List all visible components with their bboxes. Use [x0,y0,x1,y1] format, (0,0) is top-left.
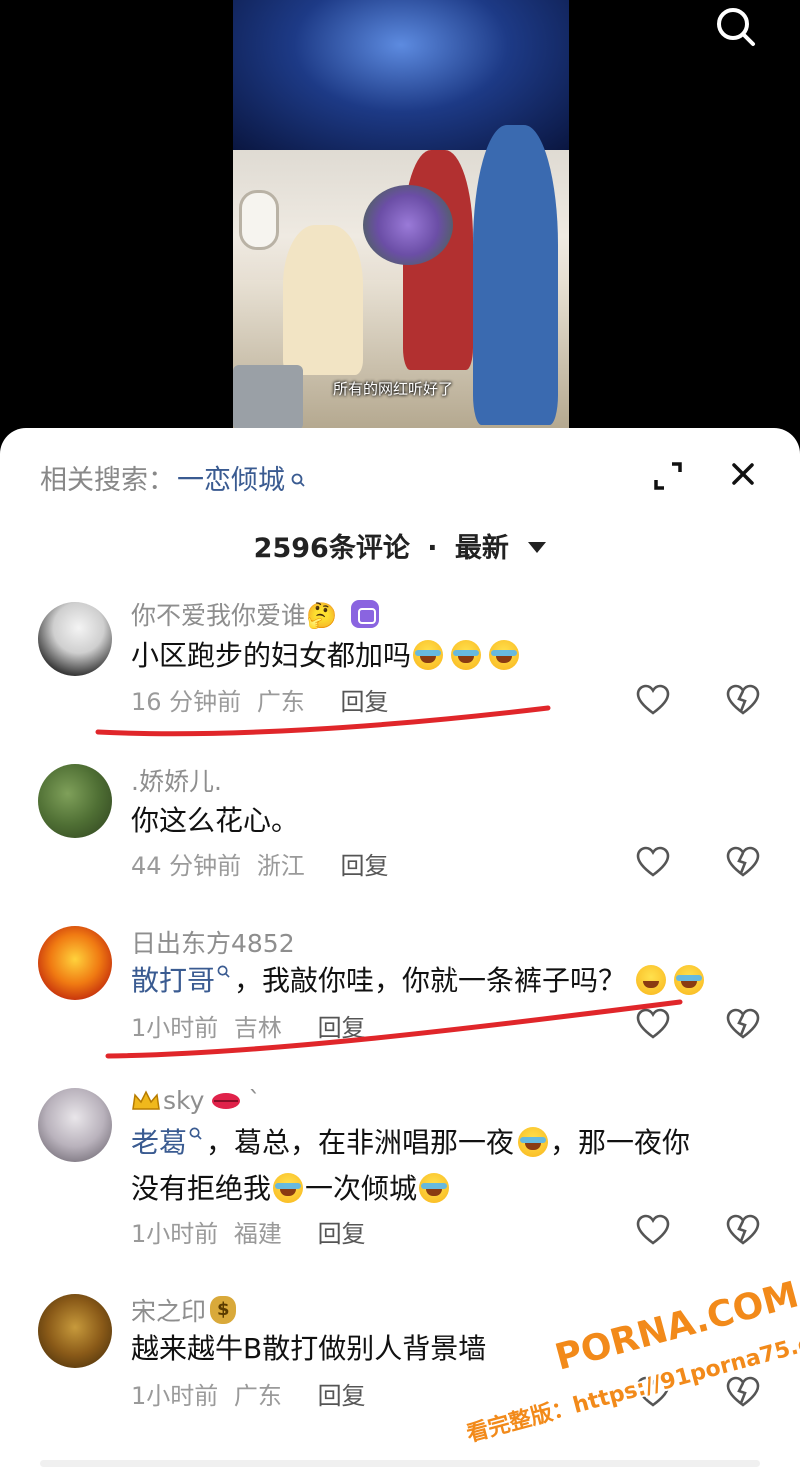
comment-text: 老葛 ，葛总，在非洲唱那一夜 ，那一夜你 [131,1120,690,1166]
reply-button[interactable]: 回复 [318,1220,366,1248]
mention-link[interactable]: 老葛 [131,1126,187,1159]
avatar[interactable] [38,602,112,676]
wink-tongue-emoji-icon [636,965,667,995]
comment-author[interactable]: .娇娇儿. [131,762,222,798]
comment-meta: 1小时前 吉林 回复 [131,1008,366,1043]
avatar[interactable] [38,926,112,1000]
crown-icon [132,1089,160,1110]
comment-body: 你这么花心。 [131,804,300,837]
comment-time: 1小时前 [131,1382,219,1410]
comment-meta: 1小时前 福建 回复 [131,1214,366,1249]
heart-icon[interactable] [636,684,670,716]
broken-heart-icon[interactable] [726,846,760,878]
comment-text: 散打哥 ，我敲你哇，你就一条裤子吗？ [131,958,706,1004]
search-small-icon [189,1108,202,1140]
comment-body: ，葛总，在非洲唱那一夜 [206,1126,515,1159]
laugh-cry-emoji-icon [419,1173,450,1203]
laugh-cry-emoji-icon [451,640,482,670]
comment-author[interactable]: 宋之印 [131,1292,237,1328]
reply-button[interactable]: 回复 [318,1382,366,1410]
comment-body: ，我敲你哇，你就一条裤子吗？ [234,964,627,997]
comment-body: 越来越牛B散打做别人背景墙 [131,1332,487,1365]
video-frame[interactable]: 所有的网红听好了 [233,0,569,430]
comment-location: 广东 [256,688,305,716]
comment-body: 没有拒绝我 [131,1172,272,1205]
comment-location: 福建 [233,1220,282,1248]
mention-link[interactable]: 散打哥 [131,964,215,997]
lips-icon [212,1092,241,1109]
sort-label[interactable]: 最新 [455,533,509,564]
comment-text: 没有拒绝我 一次倾城 [131,1166,451,1212]
comment-body: ，那一夜你 [550,1126,691,1159]
money-bag-icon [210,1296,237,1324]
input-bar-edge [40,1460,760,1467]
comment-count: 2596条评论 [253,533,410,564]
broken-heart-icon[interactable] [726,684,760,716]
search-small-icon [217,946,230,978]
fan-badge-icon [351,600,380,628]
broken-heart-icon[interactable] [726,1376,760,1408]
broken-heart-icon[interactable] [726,1008,760,1040]
author-name: 宋之印 [131,1297,207,1326]
related-search-keyword[interactable]: 一恋倾城 [177,458,285,497]
comment-text: 你这么花心。 [131,798,299,844]
comment-time: 1小时前 [131,1220,219,1248]
watermark-logo: PORNA.COM [550,1274,800,1379]
comment-meta: 1小时前 广东 回复 [131,1376,366,1411]
comment-meta: 16 分钟前 广东 回复 [131,682,388,717]
laugh-cry-emoji-icon [413,640,444,670]
comment-time: 16 分钟前 [131,688,242,716]
heart-icon[interactable] [636,1214,670,1246]
comment-text: 小区跑步的妇女都加吗 [131,633,521,679]
comment-count-sort[interactable]: 2596条评论 · 最新 [0,526,800,565]
reply-button[interactable]: 回复 [340,852,388,880]
laugh-cry-emoji-icon [674,965,705,995]
heart-icon[interactable] [636,846,670,878]
heart-icon[interactable] [636,1008,670,1040]
video-person-woman [283,225,363,375]
comment-body: 一次倾城 [305,1172,418,1205]
video-flowers [363,185,453,265]
comment-time: 44 分钟前 [131,852,242,880]
video-player[interactable]: 所有的网红听好了 [0,0,800,450]
chevron-down-icon[interactable] [528,542,547,553]
comment-sheet: 相关搜索： 一恋倾城 2596条评论 · 最新 你不爱我你爱谁🤔 小区跑步的妇女… [0,428,800,1467]
laugh-cry-emoji-icon [489,640,520,670]
search-small-icon [291,463,305,487]
avatar[interactable] [38,764,112,838]
comment-location: 广东 [233,1382,282,1410]
expand-icon[interactable] [650,458,686,494]
comment-author[interactable]: 你不爱我你爱谁🤔 [131,596,380,632]
author-name: 日出东方4852 [131,929,295,958]
comment-text: 越来越牛B散打做别人背景墙 [131,1326,486,1372]
close-icon[interactable] [727,458,759,490]
avatar[interactable] [38,1088,112,1162]
laugh-cry-emoji-icon [273,1173,304,1203]
comment-location: 吉林 [233,1014,282,1042]
comment-meta: 44 分钟前 浙江 回复 [131,846,388,881]
avatar[interactable] [38,1294,112,1368]
video-window [239,190,279,250]
related-search[interactable]: 相关搜索： 一恋倾城 [40,458,305,497]
related-search-label: 相关搜索： [40,465,175,496]
comment-location: 浙江 [256,852,305,880]
search-icon[interactable] [712,4,758,50]
comment-time: 1小时前 [131,1014,219,1042]
reply-button[interactable]: 回复 [318,1014,366,1042]
author-name-suffix: ` [248,1086,261,1115]
red-underline-annotations [95,705,683,1059]
comment-body: 小区跑步的妇女都加吗 [131,639,412,672]
author-name: 你不爱我你爱谁🤔 [131,601,338,630]
laugh-cry-emoji-icon [518,1127,549,1157]
separator-dot: · [427,533,438,564]
video-ice-bucket [233,365,303,430]
video-person-man [473,125,558,425]
comment-author[interactable]: 日出东方4852 [131,924,295,960]
heart-icon[interactable] [636,1376,670,1408]
reply-button[interactable]: 回复 [340,688,388,716]
video-subtitle: 所有的网红听好了 [333,380,454,398]
broken-heart-icon[interactable] [726,1214,760,1246]
author-name: .娇娇儿. [131,767,222,796]
